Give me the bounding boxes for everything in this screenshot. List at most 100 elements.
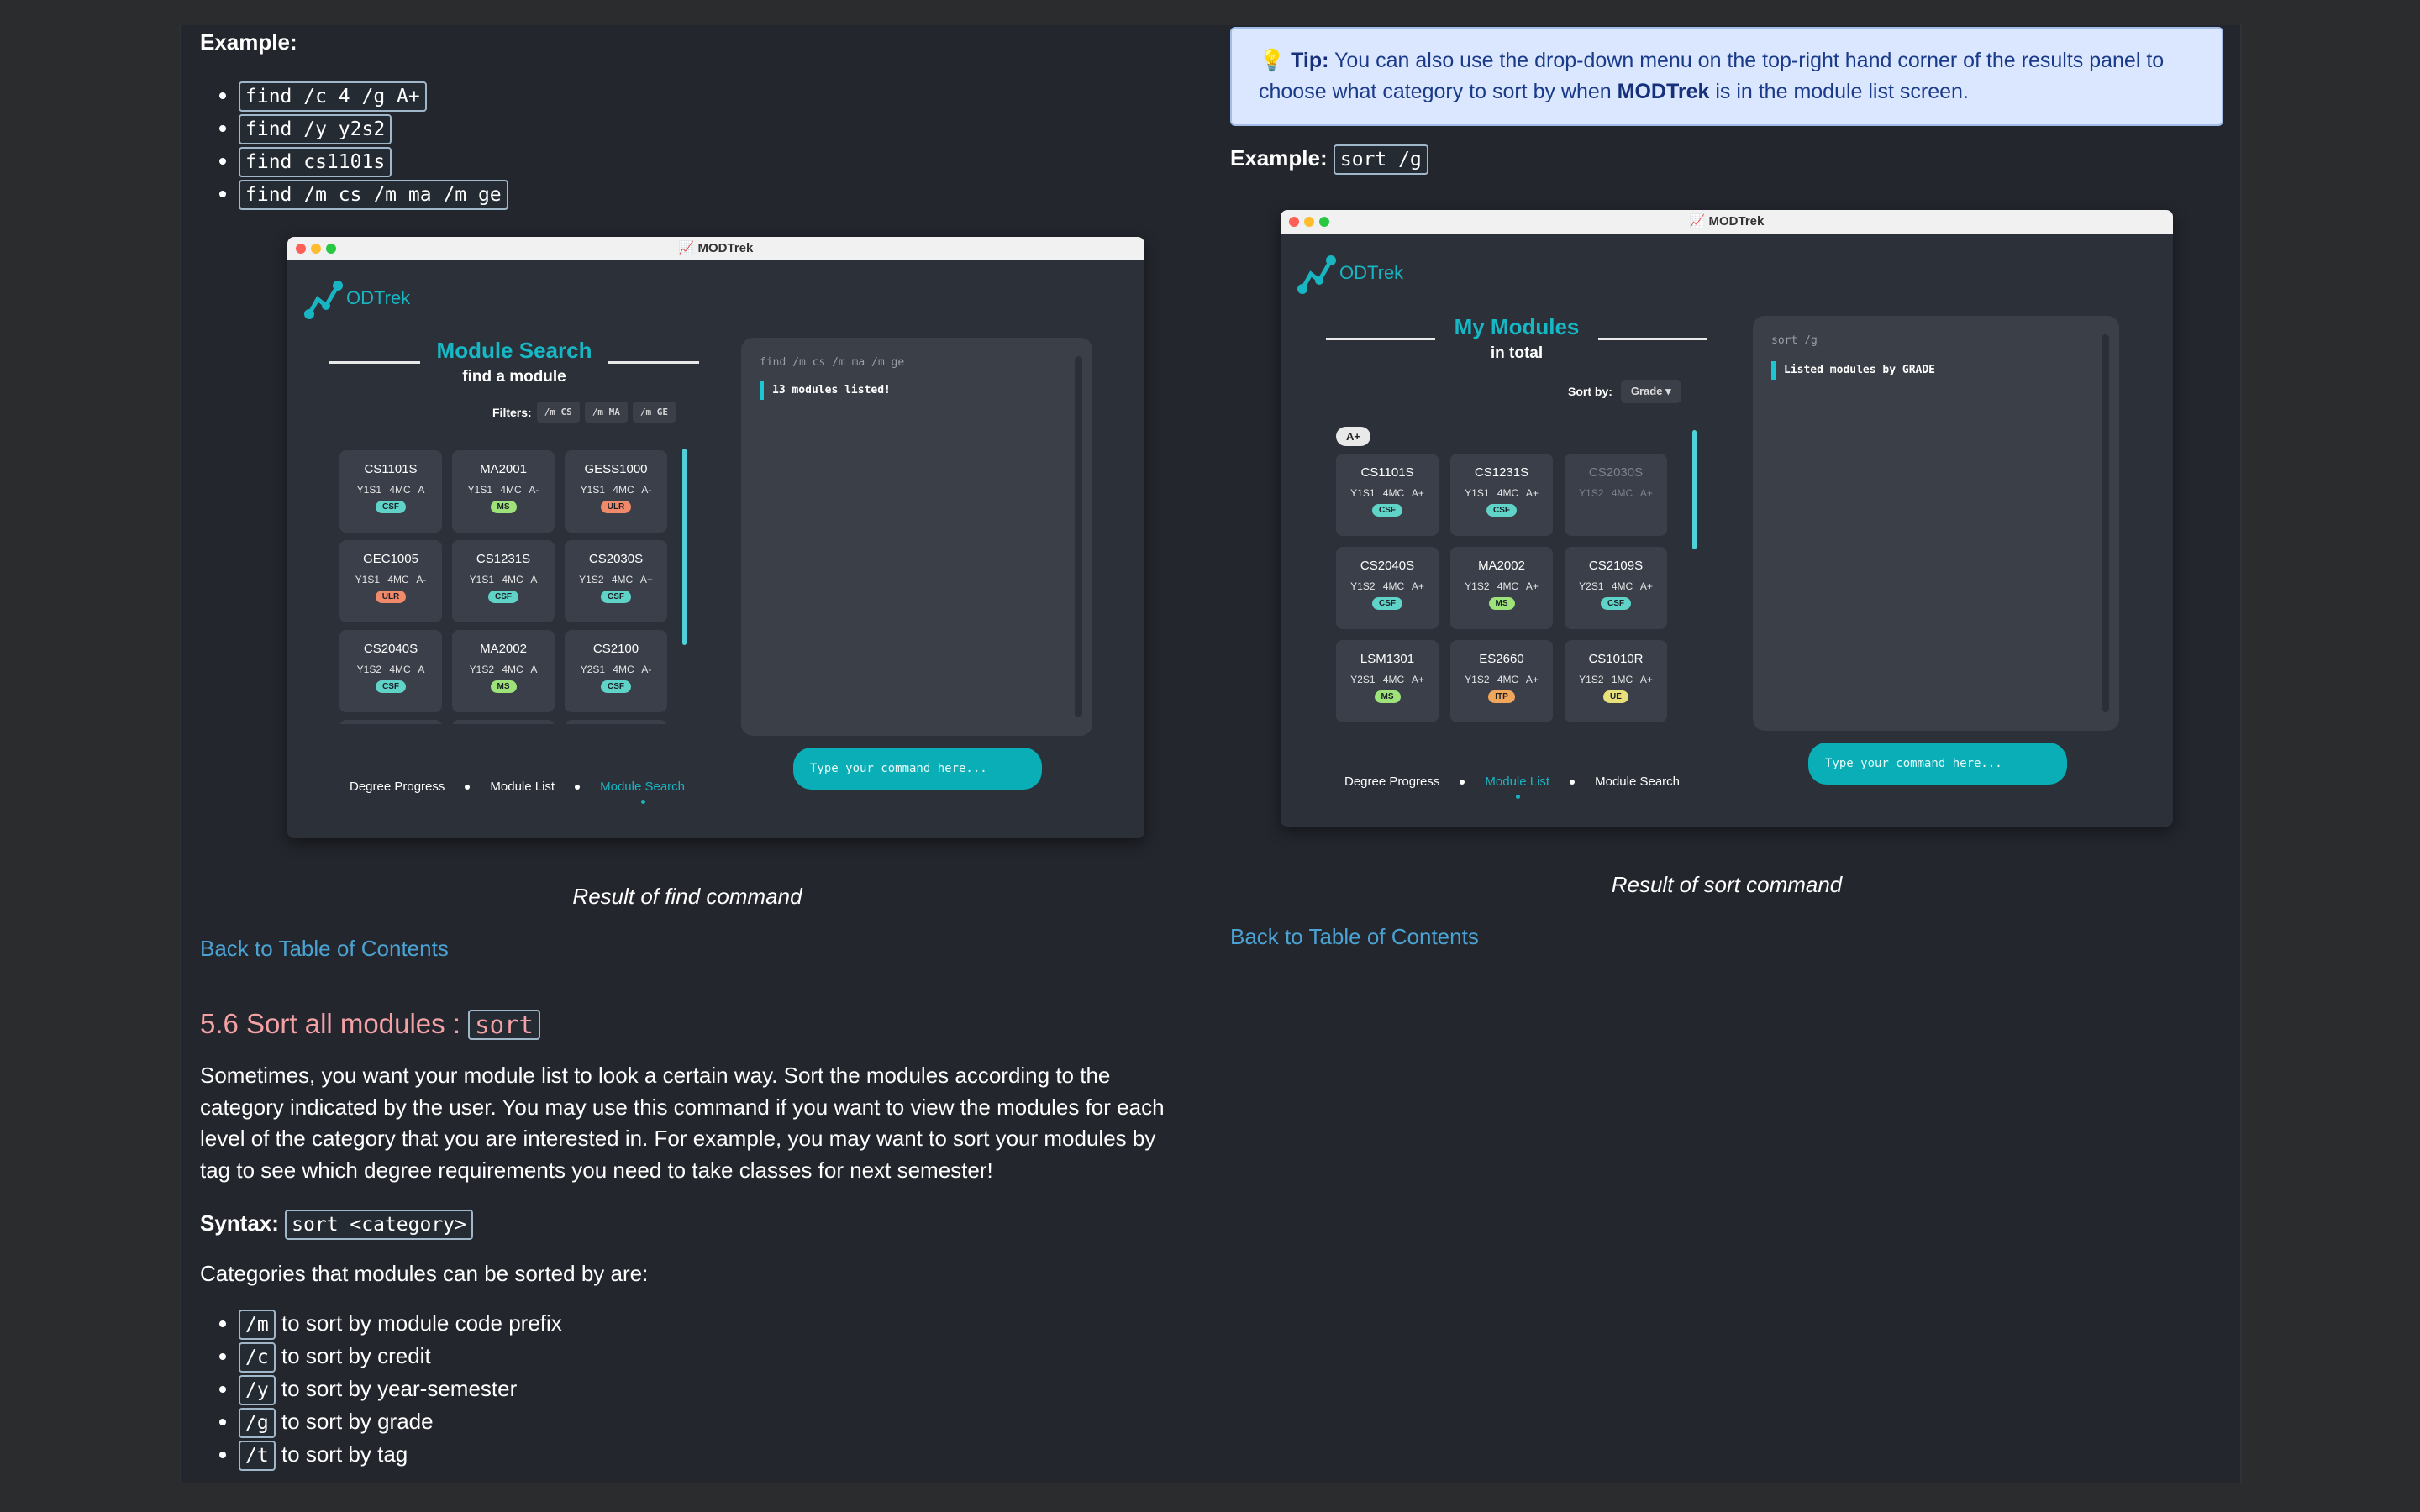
command-echo: find /m cs /m ma /m ge [760, 356, 905, 369]
nav-degree-progress[interactable]: Degree Progress [350, 780, 445, 794]
category-flag: /y [239, 1375, 276, 1405]
syntax-line: Syntax: sort <category> [200, 1208, 473, 1240]
list-item: find cs1101s [239, 144, 508, 177]
command-input[interactable]: Type your command here... [1808, 743, 2067, 785]
module-meta: Y1S1 4MC A [469, 574, 538, 585]
nav-module-list[interactable]: Module List [490, 780, 555, 794]
module-meta: Y1S2 4MC A [356, 664, 425, 675]
example-line: Example: sort /g [1230, 143, 1428, 175]
module-meta: Y1S2 4MC A+ [1579, 487, 1653, 499]
result-message: 13 modules listed! [760, 381, 891, 400]
module-card[interactable]: MA2001 Y1S1 4MC A- MS [452, 450, 555, 533]
module-tag-badge: CSF [376, 501, 406, 513]
results-scrollbar[interactable] [1075, 356, 1082, 717]
module-tag-badge: UE [1603, 690, 1628, 703]
module-card[interactable]: CS1010R Y1S2 1MC A+ UE [1565, 640, 1667, 722]
module-card[interactable]: GESS1000 Y1S1 4MC A- ULR [565, 450, 667, 533]
module-card[interactable]: CS2030S Y1S2 4MC A+ [1565, 454, 1667, 536]
filter-chip[interactable]: /m GE [632, 402, 676, 423]
module-code: ES2660 [1479, 652, 1524, 666]
module-tag-badge: ULR [600, 501, 632, 513]
syntax-label: Syntax: [200, 1210, 279, 1236]
sort-by-dropdown[interactable]: Grade ▾ [1620, 380, 1681, 403]
module-card[interactable]: GEC1005 Y1S1 4MC A- ULR [339, 540, 442, 622]
module-grid: CS1101S Y1S1 4MC A+ CSF CS1231S Y1S1 4MC A+ C… [1336, 454, 1681, 738]
nav-module-search[interactable]: Module Search [1595, 774, 1680, 789]
results-panel: sort /g Listed modules by GRADE [1753, 316, 2119, 731]
page-subtitle: in total [1490, 344, 1544, 362]
filter-chip[interactable]: /m CS [536, 402, 580, 423]
find-caption: Result of find command [572, 884, 802, 909]
section-paragraph: Sometimes, you want your module list to … [200, 1063, 1165, 1183]
module-grid: CS1101S Y1S1 4MC A CSF MA2001 Y1S1 4MC A- MS G… [339, 450, 676, 724]
page-subtitle: find a module [462, 368, 566, 386]
back-to-toc-link[interactable]: Back to Table of Contents [200, 936, 449, 962]
list-item: find /c 4 /g A+ [239, 79, 508, 112]
module-meta: Y1S2 4MC A+ [1465, 580, 1539, 592]
module-card[interactable]: CS1231S Y1S1 4MC A CSF [452, 540, 555, 622]
module-card[interactable]: MA2002 Y1S2 4MC A MS [452, 630, 555, 712]
results-scrollbar[interactable] [2102, 334, 2109, 712]
module-card[interactable]: MA2002 Y1S2 4MC A+ MS [1450, 547, 1553, 629]
module-code: CS1101S [1360, 465, 1414, 480]
logo-graph-icon [304, 281, 343, 319]
module-card[interactable]: CS2040S Y1S2 4MC A CSF [339, 630, 442, 712]
syntax-code: sort <category> [285, 1210, 473, 1240]
find-result-screenshot: 📈 MODTrek ODTrek Module Search find a mo… [287, 237, 1144, 838]
logo-graph-icon [1297, 255, 1336, 294]
module-card[interactable]: CS2109S [339, 720, 442, 724]
nav-degree-progress[interactable]: Degree Progress [1344, 774, 1439, 789]
module-code: CS1010R [1588, 652, 1644, 666]
module-card[interactable]: CS2030S Y1S2 4MC A+ CSF [565, 540, 667, 622]
window-title: 📈 MODTrek [1689, 214, 1765, 228]
module-code: CS2040S [1360, 559, 1415, 573]
module-card[interactable]: LSM1301 Y2S1 4MC A+ MS [1336, 640, 1439, 722]
module-meta: Y1S1 4MC A+ [1465, 487, 1539, 499]
list-item: /m to sort by module code prefix [239, 1307, 562, 1340]
module-code: CS2100 [592, 642, 639, 656]
nav-module-list[interactable]: Module List [1485, 774, 1549, 799]
result-message: Listed modules by GRADE [1771, 361, 1935, 380]
page-title: Module Search [436, 338, 592, 363]
divider [1326, 338, 1435, 340]
module-card[interactable]: CS2102 [452, 720, 555, 724]
sort-by-control: Sort by: Grade ▾ [1568, 380, 1681, 403]
module-card[interactable]: CS1010R [565, 720, 667, 724]
tip-brand: MODTrek [1617, 80, 1710, 103]
nav-separator [1460, 779, 1465, 785]
list-item: find /y y2s2 [239, 112, 508, 144]
app-logo: ODTrek [1297, 252, 1403, 294]
module-meta: Y1S1 4MC A+ [1350, 487, 1424, 499]
module-card[interactable]: ES2660 Y1S2 4MC A+ ITP [1450, 640, 1553, 722]
category-text: to sort by year-semester [281, 1376, 518, 1401]
module-tag-badge: CSF [488, 591, 518, 603]
bottom-nav: Degree Progress Module List Module Searc… [350, 780, 685, 804]
module-grid-scrollbar[interactable] [682, 449, 687, 645]
nav-module-search[interactable]: Module Search [600, 780, 685, 804]
page-title: My Modules [1454, 314, 1580, 339]
back-to-toc-link[interactable]: Back to Table of Contents [1230, 924, 1479, 950]
module-card[interactable]: CS2040S Y1S2 4MC A+ CSF [1336, 547, 1439, 629]
category-text: to sort by credit [281, 1343, 431, 1368]
module-card[interactable]: CS2109S Y2S1 4MC A+ CSF [1565, 547, 1667, 629]
filter-chip[interactable]: /m MA [584, 402, 628, 423]
module-card[interactable]: CS2100 Y2S1 4MC A- CSF [565, 630, 667, 712]
module-card[interactable]: CS1101S Y1S1 4MC A CSF [339, 450, 442, 533]
category-text: to sort by tag [281, 1441, 408, 1467]
tip-label: Tip: [1291, 49, 1329, 72]
section-code: sort [468, 1010, 540, 1040]
module-grid-scrollbar[interactable] [1692, 430, 1697, 549]
example-label: Example: [1230, 145, 1328, 171]
chevron-down-icon: ▾ [1665, 385, 1671, 397]
module-tag-badge: ULR [375, 591, 407, 603]
module-code: LSM1301 [1360, 652, 1415, 666]
category-flag: /c [239, 1342, 276, 1373]
module-card[interactable]: CS1101S Y1S1 4MC A+ CSF [1336, 454, 1439, 536]
command-input[interactable]: Type your command here... [793, 748, 1042, 790]
module-tag-badge: CSF [1601, 597, 1631, 610]
module-card[interactable]: CS1231S Y1S1 4MC A+ CSF [1450, 454, 1553, 536]
code-snippet: find cs1101s [239, 147, 392, 177]
lightbulb-icon: 💡 [1259, 49, 1286, 72]
module-meta: Y2S1 4MC A+ [1579, 580, 1653, 592]
grade-group-badge: A+ [1336, 427, 1370, 446]
